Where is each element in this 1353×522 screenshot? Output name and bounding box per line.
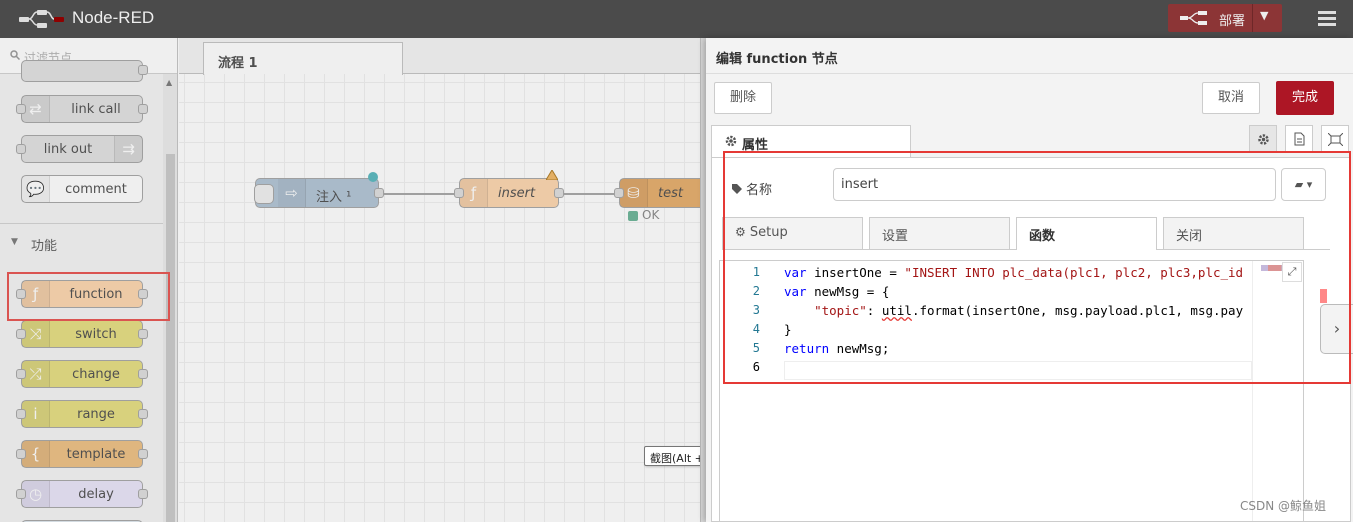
editor-overlay [0, 38, 700, 522]
document-icon [1294, 132, 1305, 146]
app-header: Node-RED 部署 ▼ [0, 0, 1353, 38]
caret-down-icon[interactable]: ▼ [1260, 9, 1268, 22]
done-button[interactable]: 完成 [1276, 81, 1334, 115]
tray-toolbar: 删除 取消 完成 [706, 74, 1353, 120]
cancel-button[interactable]: 取消 [1202, 82, 1260, 114]
node-description-button[interactable] [1285, 125, 1313, 153]
deploy-separator [1252, 4, 1253, 32]
node-appearance-button[interactable] [1321, 125, 1349, 153]
hamburger-icon-bar [1318, 23, 1336, 26]
node-red-logo-icon [19, 10, 64, 28]
deploy-icon [1180, 11, 1207, 25]
hamburger-icon-bar [1318, 17, 1336, 20]
highlight-box-properties [723, 151, 1351, 384]
app-title: Node-RED [72, 8, 155, 27]
watermark: CSDN @鲸鱼姐 [1240, 499, 1327, 513]
gear-icon [1258, 134, 1269, 145]
node-settings-button[interactable] [1249, 125, 1277, 153]
tray-title: 编辑 function 节点 [716, 52, 838, 67]
main-menu-button[interactable] [1312, 6, 1342, 32]
gear-icon [725, 135, 737, 147]
hamburger-icon [1318, 11, 1336, 14]
appearance-icon [1328, 133, 1343, 146]
deploy-label: 部署 [1219, 14, 1246, 29]
deploy-button[interactable]: 部署 ▼ [1168, 4, 1282, 32]
tray-header: 编辑 function 节点 [706, 38, 1353, 74]
delete-button[interactable]: 删除 [714, 82, 772, 114]
